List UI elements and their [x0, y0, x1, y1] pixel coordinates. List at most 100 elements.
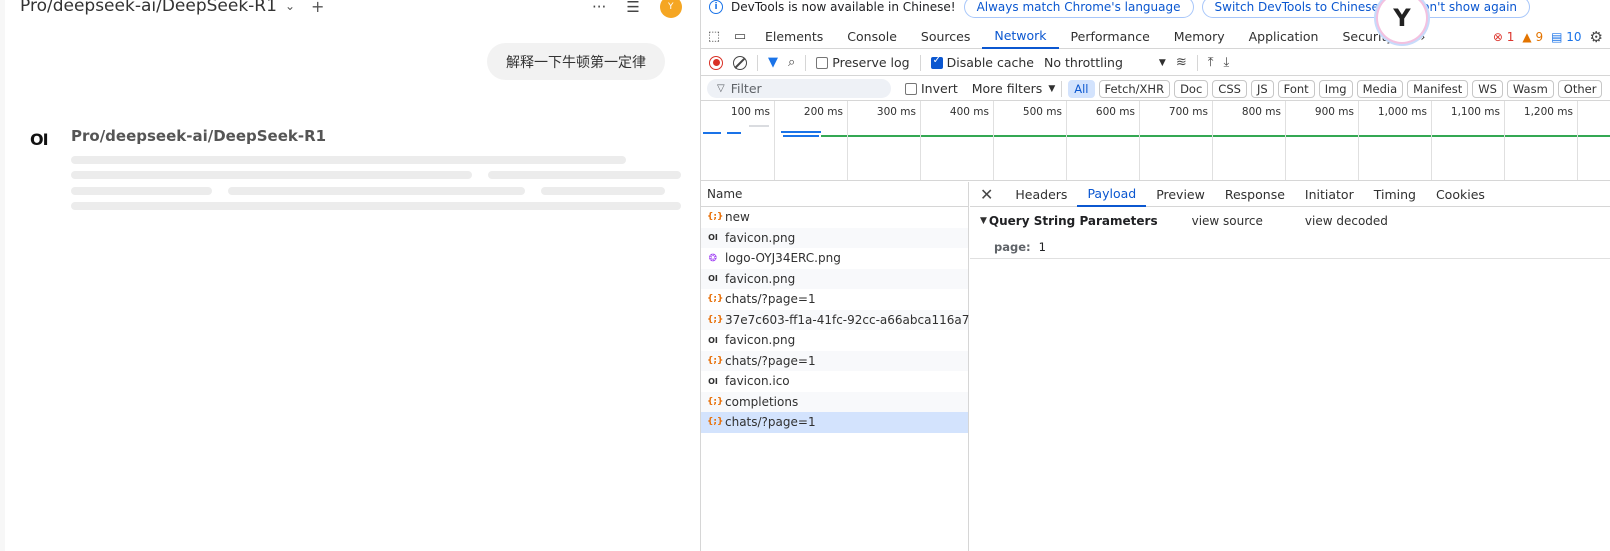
filter-chip-fetchxhr[interactable]: Fetch/XHR [1098, 79, 1171, 98]
throttling-select[interactable]: No throttling ▼ [1044, 55, 1166, 70]
more-options-icon[interactable]: ··· [592, 0, 606, 16]
divider [1196, 54, 1198, 71]
controls-sliders-icon[interactable]: ☰ [626, 0, 639, 16]
switch-language-button[interactable]: Switch DevTools to Chinese [1201, 0, 1392, 18]
tab-memory[interactable]: Memory [1162, 24, 1237, 49]
detail-tab-preview[interactable]: Preview [1146, 182, 1215, 207]
loading-skeleton-line [228, 187, 525, 195]
invert-checkbox[interactable]: Invert [905, 81, 958, 96]
detail-tab-cookies[interactable]: Cookies [1426, 182, 1495, 207]
request-row[interactable]: OI favicon.png [701, 268, 968, 289]
filter-chip-js[interactable]: JS [1250, 79, 1274, 98]
checkbox-box[interactable] [816, 56, 829, 69]
close-icon[interactable]: ✕ [980, 185, 993, 204]
checkbox-box[interactable] [905, 82, 917, 95]
network-conditions-icon[interactable]: ≋ [1176, 55, 1187, 70]
preserve-log-checkbox[interactable]: Preserve log [816, 55, 910, 70]
detail-tab-response[interactable]: Response [1215, 182, 1295, 207]
divider [1061, 80, 1063, 97]
image-file-icon: OI [708, 376, 718, 386]
detail-tab-timing[interactable]: Timing [1364, 182, 1426, 207]
section-title[interactable]: Query String Parameters [989, 214, 1158, 228]
filter-input[interactable]: ▽ Filter [707, 79, 891, 98]
timeline-gridline [1139, 101, 1140, 180]
tab-sources[interactable]: Sources [909, 24, 982, 49]
dropdown-arrow-icon: ▼ [1048, 83, 1056, 94]
invert-label: Invert [921, 81, 958, 96]
filter-chip-manifest[interactable]: Manifest [1407, 79, 1469, 98]
request-row[interactable]: OI favicon.ico [701, 371, 968, 392]
request-row[interactable]: {;} 37e7c603-ff1a-41fc-92cc-a66abca116a7 [701, 309, 969, 330]
timeline-gridline [1066, 101, 1067, 180]
more-filters-dropdown[interactable]: More filters ▼ [972, 81, 1055, 96]
checkbox-box-checked[interactable] [930, 55, 943, 69]
request-name: chats/?page=1 [725, 353, 816, 368]
tab-elements[interactable]: Elements [753, 24, 835, 49]
timeline-tick-label: 300 ms [876, 106, 916, 118]
filter-chip-ws[interactable]: WS [1472, 79, 1503, 98]
request-name: chats/?page=1 [725, 292, 816, 307]
import-har-icon[interactable]: ⤒ [1208, 55, 1214, 70]
disable-cache-checkbox[interactable]: Disable cache [930, 55, 1034, 70]
clear-log-icon[interactable] [733, 55, 747, 70]
tab-performance[interactable]: Performance [1059, 24, 1162, 49]
request-name: favicon.ico [725, 374, 790, 389]
sidebar-edge [0, 0, 5, 551]
request-row[interactable]: {;} chats/?page=1 [701, 350, 968, 371]
filter-placeholder: Filter [730, 81, 762, 96]
export-har-icon[interactable]: ⤓ [1224, 55, 1230, 70]
chevron-down-icon[interactable]: ⌄ [285, 0, 295, 13]
filter-chip-css[interactable]: CSS [1212, 79, 1247, 98]
request-row[interactable]: OI favicon.png [701, 330, 968, 351]
filter-chip-img[interactable]: Img [1318, 79, 1353, 98]
detail-tab-initiator[interactable]: Initiator [1295, 182, 1364, 207]
request-row[interactable]: {;} completions [701, 391, 968, 412]
filter-chip-all[interactable]: All [1068, 79, 1095, 98]
filter-chip-media[interactable]: Media [1356, 79, 1404, 98]
request-rows: {;} new OI favicon.png ❂ logo-OYJ34ERC.png OI f… [701, 207, 969, 433]
tab-network[interactable]: Network [982, 24, 1059, 49]
filter-chip-wasm[interactable]: Wasm [1506, 79, 1554, 98]
device-toolbar-icon[interactable]: ▭ [727, 29, 753, 44]
filter-chip-doc[interactable]: Doc [1174, 79, 1209, 98]
network-toolbar: ▼ ⌕ Preserve log Disable cache No thrott… [701, 50, 1610, 76]
model-selector[interactable]: Pro/deepseek-ai/DeepSeek-R1 ⌄ + [20, 0, 324, 16]
query-string-section: ▼ Query String Parameters view source vi… [970, 207, 1610, 235]
error-count-icon[interactable]: ⊗ 1 [1493, 30, 1515, 44]
timeline-tick-label: 600 ms [1095, 106, 1135, 118]
request-row[interactable]: {;} new [701, 207, 968, 228]
message-count-icon[interactable]: ▤ 10 [1551, 30, 1581, 44]
match-language-button[interactable]: Always match Chrome's language [963, 0, 1194, 18]
user-avatar[interactable]: Y [659, 0, 682, 18]
warning-count-icon[interactable]: ▲ 9 [1522, 30, 1543, 44]
filter-chip-font[interactable]: Font [1277, 79, 1315, 98]
request-row[interactable]: {;} chats/?page=1 [701, 412, 968, 433]
add-model-icon[interactable]: + [311, 0, 324, 16]
loading-skeleton-line [488, 171, 681, 179]
inspect-element-icon[interactable]: ⬚ [701, 29, 727, 44]
xhr-fetch-icon: {;} [707, 396, 724, 407]
detail-tab-headers[interactable]: Headers [1005, 182, 1077, 207]
filter-funnel-icon[interactable]: ▼ [768, 55, 778, 70]
tab-application[interactable]: Application [1237, 24, 1331, 49]
timeline-tick-label: 900 ms [1314, 106, 1354, 118]
search-icon[interactable]: ⌕ [788, 55, 795, 70]
loading-skeleton-line [71, 202, 681, 210]
collapse-triangle-icon[interactable]: ▼ [980, 216, 987, 226]
request-row[interactable]: {;} chats/?page=1 [701, 289, 968, 310]
record-icon[interactable] [709, 55, 723, 70]
view-source-link[interactable]: view source [1192, 214, 1263, 228]
loading-skeleton-line [71, 171, 472, 179]
settings-gear-icon[interactable]: ⚙ [1590, 28, 1603, 46]
message-count: 10 [1566, 29, 1582, 44]
request-row[interactable]: ❂ logo-OYJ34ERC.png [701, 248, 968, 269]
name-column-header[interactable]: Name [701, 182, 968, 207]
timeline-request-bar [749, 125, 769, 127]
tab-console[interactable]: Console [835, 24, 909, 49]
filter-chip-other[interactable]: Other [1557, 79, 1603, 98]
timeline-gridline [1212, 101, 1213, 180]
devtools-panel: i DevTools is now available in Chinese! … [700, 0, 1610, 551]
view-decoded-link[interactable]: view decoded [1305, 214, 1388, 228]
request-row[interactable]: OI favicon.png [701, 227, 968, 248]
detail-tab-payload[interactable]: Payload [1077, 182, 1147, 207]
